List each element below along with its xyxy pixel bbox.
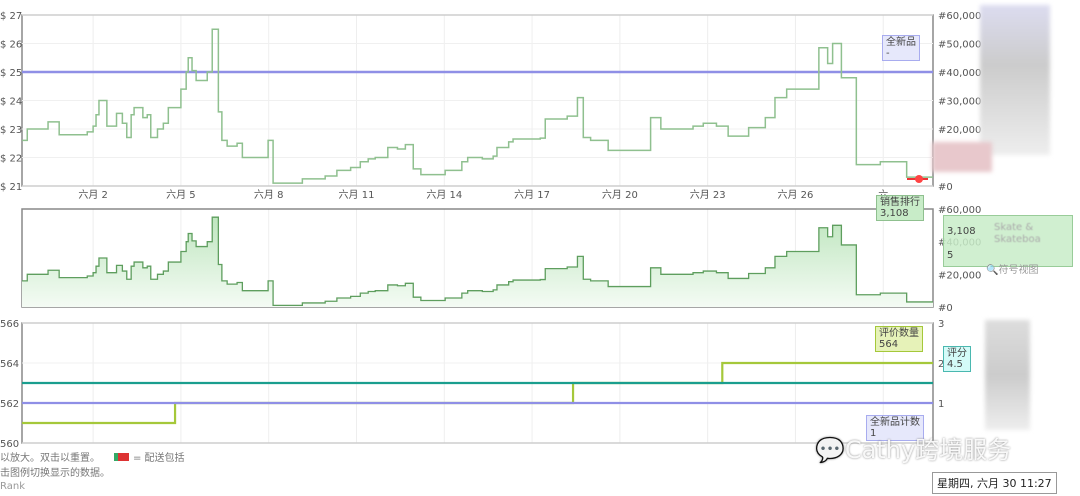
y-tick-right: #0: [938, 182, 953, 193]
x-tick: 六月 8: [254, 189, 284, 201]
series-sales-rank: [22, 28, 933, 184]
y-tick-right: #20,000: [938, 125, 981, 136]
y-tick-left: 564: [0, 359, 19, 370]
x-tick: 六月 2: [78, 189, 108, 201]
x-tick: 六月 5: [166, 189, 196, 201]
tooltip-link-label: 符号视图: [998, 265, 1039, 276]
footer-shipping: = 配送包括: [114, 449, 185, 464]
x-tick: 六月 17: [514, 189, 550, 201]
y-tick-right: 1: [938, 399, 944, 410]
y-tick-right: #0: [938, 303, 953, 314]
search-icon: 🔍: [986, 265, 999, 276]
y-tick-left: $ 25: [0, 68, 22, 79]
shipping-label: = 配送包括: [133, 453, 185, 464]
label-rating: 评分 4.5: [943, 346, 971, 372]
x-tick: 六月 20: [602, 189, 638, 201]
footer-rank: Rank: [0, 481, 25, 492]
label-review-count: 评价数量 564: [875, 326, 923, 352]
label-new: 全新品 -: [882, 35, 920, 61]
label-value: 4.5: [947, 359, 963, 370]
series-sales-rank-area: [22, 217, 933, 307]
y-tick-right: 3: [938, 319, 944, 330]
current-dot: [915, 175, 923, 183]
y-tick-right: #30,000: [938, 97, 981, 108]
tooltip-category: Skate & Skateboa: [994, 222, 1041, 245]
y-tick-left: 562: [0, 399, 19, 410]
x-tick: 六月 26: [778, 189, 814, 201]
y-tick-right: #60,000: [938, 11, 981, 22]
y-tick-right: #20,000: [938, 270, 981, 281]
date-tooltip: 星期四, 六月 30 11:27: [932, 472, 1057, 494]
y-tick-left: $ 22: [0, 154, 22, 165]
tooltip-panel: 3,108 5 Skate & Skateboa: [943, 215, 1073, 267]
y-tick-left: $ 24: [0, 97, 22, 108]
y-tick-right: #50,000: [938, 40, 981, 51]
y-tick-left: $ 27: [0, 11, 22, 22]
blurred-side-panel-2: [985, 320, 1030, 430]
footer-hint-zoom: 以放大。双击以重置。: [0, 453, 100, 464]
label-name: 全新品: [886, 37, 916, 48]
y-tick-left: $ 26: [0, 40, 22, 51]
blurred-side-panel: [980, 5, 1050, 155]
label-sales-rank: 销售排行 3,108: [876, 195, 924, 221]
tooltip-link[interactable]: 🔍符号视图: [986, 261, 1038, 276]
watermark: 💬Cathy跨境服务: [815, 430, 1011, 465]
truck-icon: [114, 453, 129, 461]
label-name: 评价数量: [879, 328, 919, 339]
x-tick: 六月 14: [426, 189, 462, 201]
label-name: 全新品计数: [870, 417, 920, 428]
y-tick-left: $ 21: [0, 182, 22, 193]
x-tick: 六月 23: [690, 189, 726, 201]
series-review-count: [22, 361, 933, 425]
footer-hint-legend: 击图例切换显示的数据。: [0, 468, 110, 479]
x-tick: 六月 11: [339, 189, 375, 201]
blurred-pink-block: [932, 142, 992, 172]
y-tick-left: 566: [0, 319, 19, 330]
watermark-text: Cathy跨境服务: [844, 436, 1012, 464]
y-tick-right: #40,000: [938, 68, 981, 79]
label-value: 3,108: [880, 208, 909, 219]
label-name: 评分: [947, 348, 967, 359]
y-tick-left: $ 23: [0, 125, 22, 136]
label-value: 564: [879, 339, 899, 350]
label-name: 销售排行: [880, 197, 920, 208]
label-value: -: [886, 48, 890, 59]
wechat-icon: 💬: [815, 436, 845, 464]
